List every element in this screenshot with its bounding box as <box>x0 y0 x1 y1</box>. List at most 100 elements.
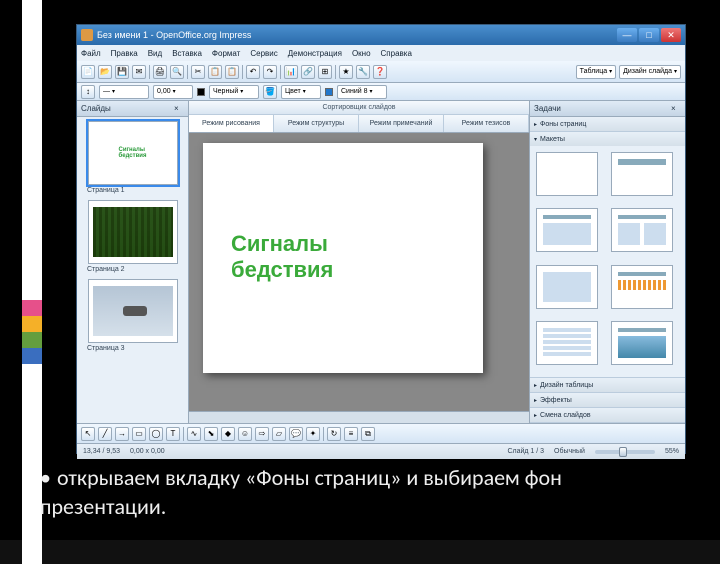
task-section-backgrounds[interactable]: ▸Фоны страниц <box>530 117 685 131</box>
arrange-icon[interactable]: ⧉ <box>361 427 375 441</box>
chart-icon[interactable]: 📊 <box>284 65 298 79</box>
tab-drawing[interactable]: Режим рисования <box>189 115 274 132</box>
link-icon[interactable]: 🔗 <box>301 65 315 79</box>
task-section-transition[interactable]: ▸Смена слайдов <box>530 408 685 422</box>
layout-thumb[interactable] <box>536 321 598 365</box>
arrow-icon[interactable]: ↕ <box>81 85 95 99</box>
block-arrow-icon[interactable]: ⇨ <box>255 427 269 441</box>
slides-panel-header: Слайды × <box>77 101 188 117</box>
horizontal-scrollbar[interactable] <box>189 411 529 423</box>
save-icon[interactable]: 💾 <box>115 65 129 79</box>
redo-icon[interactable]: ↷ <box>263 65 277 79</box>
layout-thumb[interactable] <box>611 265 673 309</box>
line-width-dropdown[interactable]: 0,00▾ <box>153 85 193 99</box>
close-button[interactable]: ✕ <box>661 28 681 42</box>
thumb-1-label: Страница 1 <box>81 187 184 194</box>
connector-icon[interactable]: ⬊ <box>204 427 218 441</box>
menu-file[interactable]: Файл <box>81 49 101 58</box>
fill-color-swatch[interactable] <box>325 88 333 96</box>
grid-icon[interactable]: ⊞ <box>318 65 332 79</box>
line-color-dropdown[interactable]: Черный▾ <box>209 85 259 99</box>
layout-thumb[interactable] <box>536 265 598 309</box>
shapes-icon[interactable]: ◆ <box>221 427 235 441</box>
minimize-button[interactable]: — <box>617 28 637 42</box>
star-icon[interactable]: ★ <box>339 65 353 79</box>
tasks-panel: Задачи × ▸Фоны страниц ▾Макеты <box>529 101 685 423</box>
zoom-slider[interactable] <box>595 450 655 454</box>
tab-outline[interactable]: Режим структуры <box>274 115 359 132</box>
slide-thumb-3[interactable] <box>88 279 178 343</box>
statusbar: 13,34 / 9,53 0,00 x 0,00 Слайд 1 / 3 Обы… <box>77 443 685 459</box>
ellipse-icon[interactable]: ◯ <box>149 427 163 441</box>
layout-thumb[interactable] <box>611 152 673 196</box>
slide-editor[interactable]: Сигналыбедствия <box>189 133 529 411</box>
line-style-dropdown[interactable]: —▾ <box>99 85 149 99</box>
text-icon[interactable]: T <box>166 427 180 441</box>
align-icon[interactable]: ≡ <box>344 427 358 441</box>
table-button[interactable]: Таблица▾ <box>576 65 616 79</box>
task-section-effects[interactable]: ▸Эффекты <box>530 393 685 407</box>
preview-icon[interactable]: 🔍 <box>170 65 184 79</box>
help-icon[interactable]: ❓ <box>373 65 387 79</box>
slide-canvas[interactable]: Сигналыбедствия <box>203 143 483 373</box>
menu-view[interactable]: Вид <box>148 49 162 58</box>
tasks-panel-title: Задачи <box>534 104 561 113</box>
slide-thumbnails[interactable]: Сигналыбедствия Страница 1 Страница 2 Ст… <box>77 117 188 423</box>
slide-title-text[interactable]: Сигналыбедствия <box>231 231 333 284</box>
undo-icon[interactable]: ↶ <box>246 65 260 79</box>
layout-thumb[interactable] <box>536 152 598 196</box>
menu-window[interactable]: Окно <box>352 49 371 58</box>
slide-thumb-1[interactable]: Сигналыбедствия <box>88 121 178 185</box>
rotate-icon[interactable]: ↻ <box>327 427 341 441</box>
arrow-line-icon[interactable]: → <box>115 427 129 441</box>
menu-tools[interactable]: Сервис <box>250 49 277 58</box>
slide-thumb-2[interactable] <box>88 200 178 264</box>
maximize-button[interactable]: □ <box>639 28 659 42</box>
menu-format[interactable]: Формат <box>212 49 240 58</box>
layout-thumb[interactable] <box>536 208 598 252</box>
callout-icon[interactable]: 💬 <box>289 427 303 441</box>
fill-icon[interactable]: 🪣 <box>263 85 277 99</box>
window-title: Без имени 1 - OpenOffice.org Impress <box>97 30 617 40</box>
curve-icon[interactable]: ∿ <box>187 427 201 441</box>
cut-icon[interactable]: ✂ <box>191 65 205 79</box>
bullet-icon: • <box>40 464 51 491</box>
stars-icon[interactable]: ✦ <box>306 427 320 441</box>
line-color-swatch[interactable] <box>197 88 205 96</box>
tab-handout[interactable]: Режим тезисов <box>444 115 529 132</box>
paste-icon[interactable]: 📋 <box>225 65 239 79</box>
menu-slideshow[interactable]: Демонстрация <box>288 49 342 58</box>
drawing-toolbar: ↖ ╱ → ▭ ◯ T ∿ ⬊ ◆ ☺ ⇨ ▱ 💬 ✦ ↻ ≡ ⧉ <box>77 423 685 443</box>
menu-help[interactable]: Справка <box>381 49 412 58</box>
print-icon[interactable]: 🖨 <box>153 65 167 79</box>
menu-edit[interactable]: Правка <box>111 49 138 58</box>
line-icon[interactable]: ╱ <box>98 427 112 441</box>
symbol-icon[interactable]: ☺ <box>238 427 252 441</box>
new-doc-icon[interactable]: 📄 <box>81 65 95 79</box>
rect-icon[interactable]: ▭ <box>132 427 146 441</box>
tasks-panel-close-icon[interactable]: × <box>671 104 681 114</box>
thumb-1-text: Сигналыбедствия <box>115 143 151 163</box>
view-tabs: Режим рисования Режим структуры Режим пр… <box>189 115 529 133</box>
fill-color-dropdown[interactable]: Синий 8▾ <box>337 85 387 99</box>
task-section-layouts[interactable]: ▾Макеты <box>530 132 685 146</box>
main-toolbar: 📄 📂 💾 ✉ 🖨 🔍 ✂ 📋 📋 ↶ ↷ 📊 🔗 ⊞ ★ 🔧 ❓ Таблиц… <box>77 61 685 83</box>
flowchart-icon[interactable]: ▱ <box>272 427 286 441</box>
slide-design-button[interactable]: Дизайн слайда▾ <box>619 65 681 79</box>
caption-text: открываем вкладку «Фоны страниц» и выбир… <box>40 464 562 520</box>
menu-insert[interactable]: Вставка <box>172 49 202 58</box>
open-icon[interactable]: 📂 <box>98 65 112 79</box>
task-section-table-design[interactable]: ▸Дизайн таблицы <box>530 378 685 392</box>
mail-icon[interactable]: ✉ <box>132 65 146 79</box>
tab-notes[interactable]: Режим примечаний <box>359 115 444 132</box>
slides-panel-title: Слайды <box>81 104 111 113</box>
slides-panel-close-icon[interactable]: × <box>174 104 184 114</box>
fill-type-dropdown[interactable]: Цвет▾ <box>281 85 321 99</box>
status-zoom: 55% <box>665 448 679 455</box>
decorative-color-strip <box>22 0 42 540</box>
layout-thumb[interactable] <box>611 208 673 252</box>
copy-icon[interactable]: 📋 <box>208 65 222 79</box>
wrench-icon[interactable]: 🔧 <box>356 65 370 79</box>
layout-thumb[interactable] <box>611 321 673 365</box>
pointer-icon[interactable]: ↖ <box>81 427 95 441</box>
